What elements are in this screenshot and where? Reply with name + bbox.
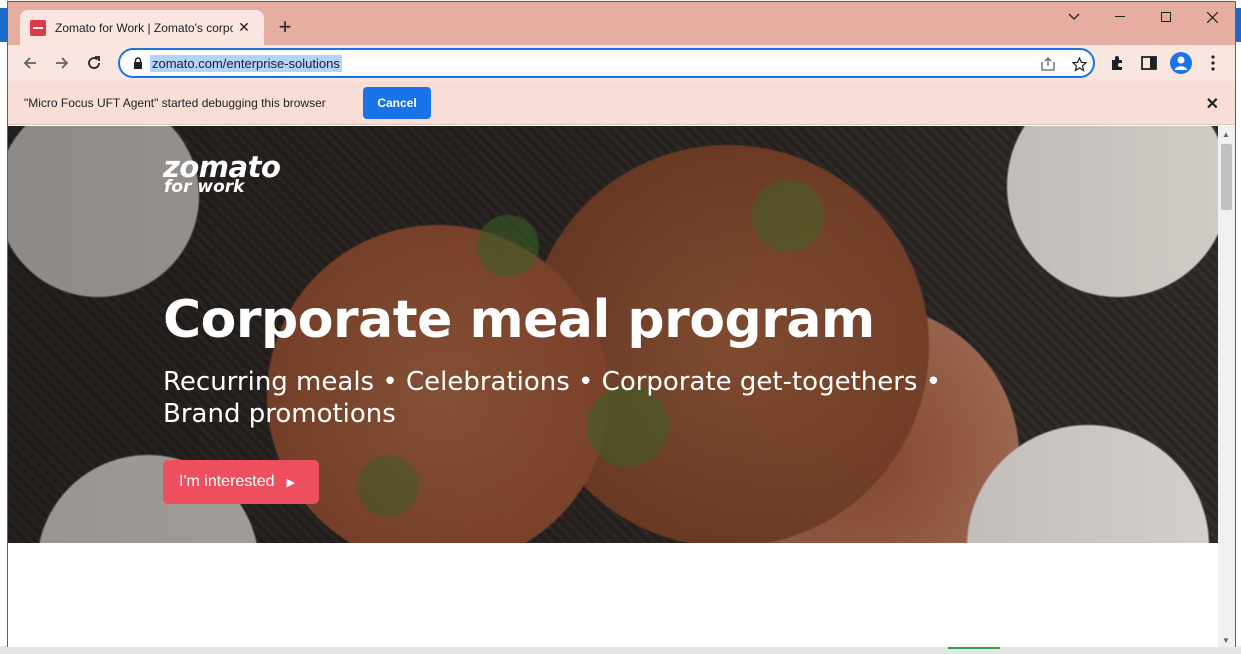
scroll-down-arrow-icon[interactable]: ▼	[1222, 636, 1230, 645]
infobar-close-icon[interactable]: ✕	[1206, 94, 1219, 114]
hero-subheadline: Recurring meals • Celebrations • Corpora…	[163, 367, 942, 429]
new-tab-button[interactable]: +	[271, 14, 299, 42]
page-scrollbar[interactable]: ▲ ▼	[1218, 126, 1235, 647]
address-bar[interactable]: zomato.com/enterprise-solutions	[118, 48, 1095, 78]
share-icon[interactable]	[1038, 54, 1058, 74]
maximize-button[interactable]	[1143, 2, 1189, 32]
close-icon	[1206, 11, 1218, 23]
infobar-message: "Micro Focus UFT Agent" started debuggin…	[24, 96, 326, 110]
debugging-infobar: "Micro Focus UFT Agent" started debuggin…	[8, 81, 1235, 125]
scrollbar-thumb[interactable]	[1221, 144, 1232, 210]
tab-close-icon[interactable]: ✕	[235, 19, 253, 36]
im-interested-button[interactable]: I'm interested ▶	[163, 460, 319, 504]
tab-search-button[interactable]	[1051, 2, 1097, 32]
url-text[interactable]: zomato.com/enterprise-solutions	[150, 55, 342, 72]
minimize-button[interactable]	[1097, 2, 1143, 32]
back-arrow-icon	[23, 57, 36, 69]
reload-icon	[88, 56, 100, 69]
hero-headline: Corporate meal program	[163, 290, 875, 350]
forward-button[interactable]	[48, 49, 76, 77]
bookmark-star-icon[interactable]	[1069, 54, 1089, 74]
page-viewport: zomato for work Corporate meal program R…	[8, 126, 1218, 647]
zomato-favicon-icon	[30, 19, 46, 36]
lock-icon[interactable]	[132, 57, 144, 69]
forward-arrow-icon	[56, 57, 69, 69]
scroll-up-arrow-icon[interactable]: ▲	[1222, 130, 1230, 139]
back-button[interactable]	[16, 49, 44, 77]
maximize-icon	[1161, 12, 1171, 22]
side-panel-icon[interactable]	[1137, 51, 1161, 75]
minimize-icon	[1115, 16, 1125, 17]
extensions-icon[interactable]	[1105, 51, 1129, 75]
title-bar: Zomato for Work | Zomato's corporate mea…	[8, 2, 1235, 45]
browser-tab[interactable]: Zomato for Work | Zomato's corporate mea…	[20, 10, 264, 45]
taskbar-strip	[0, 646, 1241, 654]
chevron-right-icon: ▶	[286, 476, 296, 489]
cancel-debugging-button[interactable]: Cancel	[363, 87, 431, 119]
profile-avatar-icon[interactable]	[1169, 51, 1193, 75]
reload-button[interactable]	[80, 49, 108, 77]
browser-toolbar: zomato.com/enterprise-solutions	[8, 45, 1235, 81]
menu-icon[interactable]	[1201, 51, 1225, 75]
close-window-button[interactable]	[1189, 2, 1235, 32]
zomato-for-work-logo[interactable]: zomato for work	[163, 152, 281, 195]
browser-window: Zomato for Work | Zomato's corporate mea…	[7, 1, 1236, 647]
chevron-down-icon	[1068, 13, 1080, 20]
cta-label: I'm interested	[179, 473, 275, 490]
hero-banner: zomato for work Corporate meal program R…	[8, 126, 1218, 543]
window-controls	[1051, 2, 1235, 32]
tab-title: Zomato for Work | Zomato's corporate mea…	[55, 20, 233, 35]
